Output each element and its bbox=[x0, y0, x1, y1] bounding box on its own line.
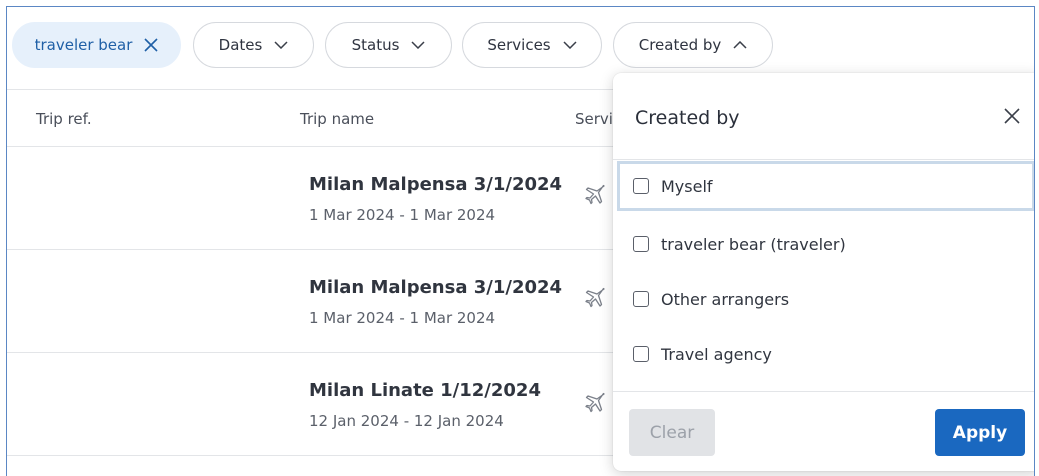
plane-icon bbox=[583, 182, 607, 210]
option-label: Travel agency bbox=[661, 344, 772, 364]
filter-chip-label: traveler bear bbox=[34, 36, 133, 54]
trip-name: Milan Malpensa 3/1/2024 bbox=[309, 277, 563, 298]
option-travel-agency[interactable]: Travel agency bbox=[617, 329, 1034, 379]
trip-name: Milan Malpensa 3/1/2024 bbox=[309, 174, 563, 195]
dropdown-title: Created by bbox=[635, 107, 740, 129]
option-label: traveler bear (traveler) bbox=[661, 234, 846, 254]
checkbox[interactable] bbox=[633, 291, 649, 307]
checkbox[interactable] bbox=[633, 178, 649, 194]
option-other-arrangers[interactable]: Other arrangers bbox=[617, 274, 1034, 324]
trip-dates: 12 Jan 2024 - 12 Jan 2024 bbox=[309, 412, 504, 430]
trip-dates: 1 Mar 2024 - 1 Mar 2024 bbox=[309, 309, 496, 327]
filter-chip-dates[interactable]: Dates bbox=[193, 22, 314, 68]
column-header-services[interactable]: Servi bbox=[575, 110, 613, 128]
created-by-dropdown: Created by Myself traveler bear (travele… bbox=[613, 73, 1034, 471]
divider bbox=[613, 391, 1034, 392]
filter-chip-label: Dates bbox=[218, 36, 263, 54]
plane-icon bbox=[583, 390, 607, 418]
filter-chip-label: Created by bbox=[638, 36, 722, 54]
option-myself[interactable]: Myself bbox=[617, 161, 1034, 211]
option-label: Myself bbox=[661, 176, 713, 196]
close-icon[interactable] bbox=[144, 38, 158, 52]
option-traveler-bear[interactable]: traveler bear (traveler) bbox=[617, 219, 1034, 269]
close-icon[interactable] bbox=[999, 103, 1025, 129]
filter-chip-label: Services bbox=[487, 36, 551, 54]
trips-view: traveler bear Dates Status Services Crea… bbox=[6, 6, 1035, 476]
apply-button[interactable]: Apply bbox=[935, 409, 1025, 456]
chevron-down-icon bbox=[411, 41, 425, 49]
plane-icon bbox=[583, 285, 607, 313]
chevron-down-icon bbox=[274, 41, 288, 49]
checkbox[interactable] bbox=[633, 346, 649, 362]
trip-dates: 1 Mar 2024 - 1 Mar 2024 bbox=[309, 206, 496, 224]
filter-chip-status[interactable]: Status bbox=[325, 22, 452, 68]
filter-chip-label: Status bbox=[351, 36, 400, 54]
chevron-up-icon bbox=[733, 41, 747, 49]
clear-button[interactable]: Clear bbox=[629, 409, 715, 456]
filter-chip-traveler[interactable]: traveler bear bbox=[12, 22, 181, 68]
checkbox[interactable] bbox=[633, 236, 649, 252]
column-header-trip-name[interactable]: Trip name bbox=[300, 110, 374, 128]
option-label: Other arrangers bbox=[661, 289, 790, 309]
divider bbox=[613, 159, 1034, 160]
filter-chip-created-by[interactable]: Created by bbox=[613, 22, 773, 68]
filter-chip-services[interactable]: Services bbox=[462, 22, 602, 68]
trip-name: Milan Linate 1/12/2024 bbox=[309, 380, 541, 401]
chevron-down-icon bbox=[563, 41, 577, 49]
column-header-trip-ref[interactable]: Trip ref. bbox=[36, 110, 92, 128]
